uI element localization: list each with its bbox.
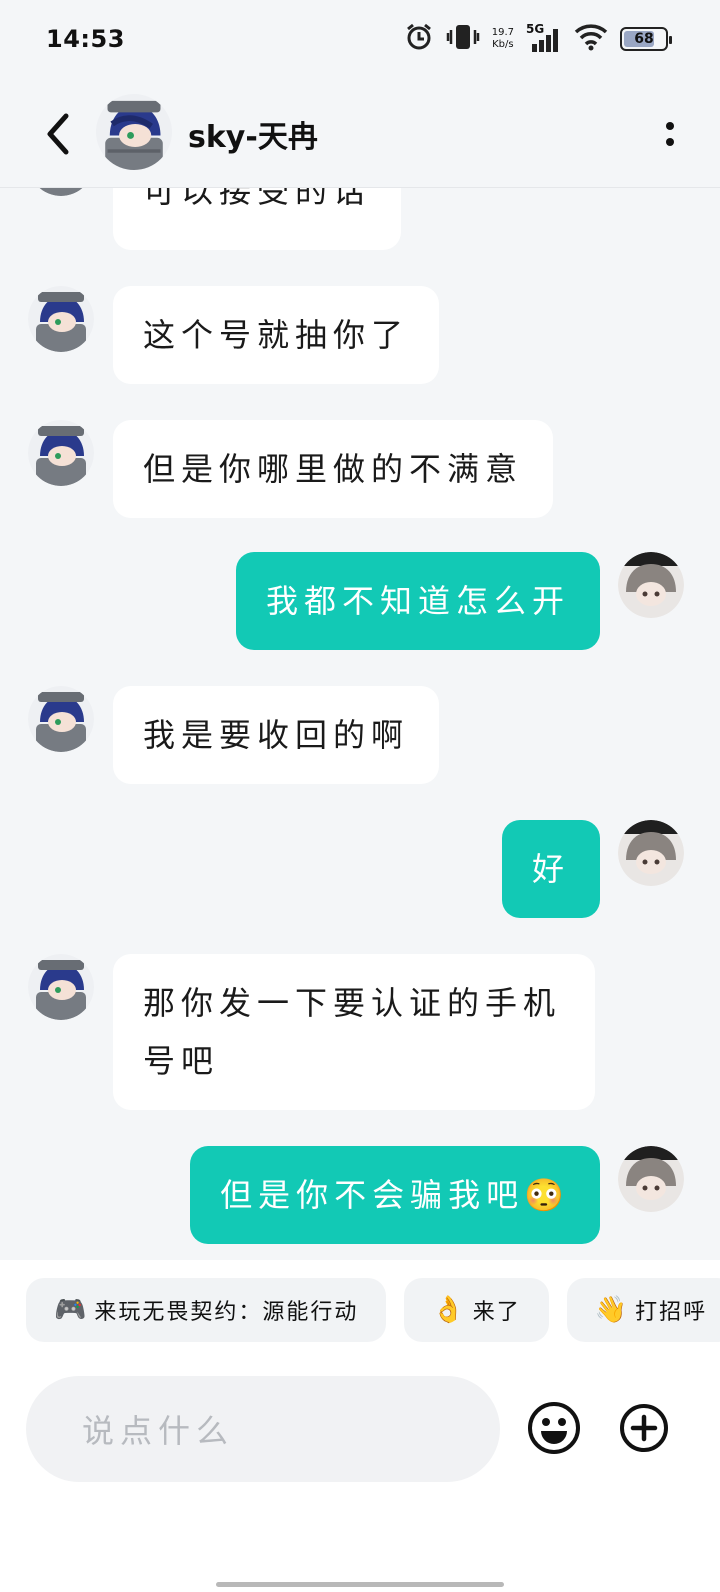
gamepad-icon: 🎮 xyxy=(54,1295,89,1325)
quick-reply-label: 来玩无畏契约：源能行动 xyxy=(94,1300,359,1325)
message-bubble[interactable]: 但是你不会骗我吧😳 xyxy=(190,1146,600,1244)
my-avatar[interactable] xyxy=(618,552,684,618)
status-icons: 19.7 Kb/s 5G 68 xyxy=(404,22,672,56)
message-row-outgoing: 但是你不会骗我吧😳 xyxy=(190,1146,684,1244)
message-input[interactable]: 说点什么 xyxy=(26,1376,500,1482)
my-avatar-image xyxy=(618,820,684,886)
ok-hand-icon: 👌 xyxy=(432,1295,467,1325)
contact-avatar[interactable] xyxy=(96,93,172,174)
quick-reply-label: 打招呼 xyxy=(635,1300,708,1325)
message-bubble[interactable]: 可以接受的话 xyxy=(113,188,402,250)
chat-header: sky-天冉 xyxy=(0,80,720,188)
quick-reply-greet[interactable]: 👋 打招呼 xyxy=(566,1278,720,1342)
signal-icon: 5G xyxy=(526,22,562,54)
contact-avatar-image xyxy=(28,954,94,1020)
message-list[interactable]: 可以接受的话 这个号就抽你了 但是你哪里做的不满意 我都不知道怎么开 我是要收回… xyxy=(0,188,720,1260)
contact-avatar[interactable] xyxy=(28,954,94,1020)
contact-avatar-image xyxy=(28,188,94,196)
quick-reply-coming[interactable]: 👌 来了 xyxy=(404,1278,549,1342)
contact-avatar-image xyxy=(28,686,94,752)
chevron-left-icon xyxy=(47,113,69,154)
contact-avatar[interactable] xyxy=(28,286,94,352)
net-speed-unit: Kb/s xyxy=(492,39,514,50)
my-avatar[interactable] xyxy=(618,820,684,886)
quick-reply-game-invite[interactable]: 🎮 来玩无畏契约：源能行动 xyxy=(26,1278,387,1342)
message-bubble[interactable]: 这个号就抽你了 xyxy=(113,286,440,384)
quick-reply-bar: 🎮 来玩无畏契约：源能行动 👌 来了 👋 打招呼 xyxy=(0,1260,720,1360)
vibrate-icon xyxy=(446,22,480,56)
message-row-incoming: 那你发一下要认证的手机号吧 xyxy=(28,954,595,1110)
battery-indicator: 68 xyxy=(620,27,672,51)
more-vertical-icon xyxy=(666,121,674,146)
message-bubble[interactable]: 那你发一下要认证的手机号吧 xyxy=(113,954,595,1110)
message-row-outgoing: 好 xyxy=(501,820,684,918)
message-row-incoming: 我是要收回的啊 xyxy=(28,686,440,784)
quick-reply-label: 来了 xyxy=(472,1300,521,1325)
my-avatar-image xyxy=(618,1146,684,1212)
input-area: 说点什么 xyxy=(0,1360,720,1592)
my-avatar[interactable] xyxy=(618,1146,684,1212)
message-row-incoming: 但是你哪里做的不满意 xyxy=(28,420,554,518)
network-speed: 19.7 Kb/s xyxy=(492,27,514,51)
home-indicator[interactable] xyxy=(216,1582,504,1587)
wave-icon: 👋 xyxy=(594,1295,630,1325)
message-bubble[interactable]: 我都不知道怎么开 xyxy=(235,552,600,650)
wifi-icon xyxy=(574,23,608,55)
contact-avatar[interactable] xyxy=(28,686,94,752)
contact-avatar-image xyxy=(28,420,94,486)
contact-avatar-image xyxy=(96,93,172,170)
plus-circle-icon xyxy=(620,1404,668,1452)
alarm-icon xyxy=(404,22,434,56)
message-bubble[interactable]: 但是你哪里做的不满意 xyxy=(113,420,554,518)
message-bubble[interactable]: 我是要收回的啊 xyxy=(113,686,440,784)
status-bar: 14:53 19.7 Kb/s 5G 68 xyxy=(0,0,720,78)
message-row-outgoing: 我都不知道怎么开 xyxy=(235,552,684,650)
net-speed-value: 19.7 xyxy=(491,27,514,38)
add-attachment-button[interactable] xyxy=(616,1400,672,1456)
message-row-incoming: 可以接受的话 xyxy=(28,188,402,250)
my-avatar-image xyxy=(618,552,684,618)
contact-avatar[interactable] xyxy=(28,420,94,486)
status-time: 14:53 xyxy=(46,25,125,53)
contact-name: sky-天冉 xyxy=(188,119,318,155)
message-row-incoming: 这个号就抽你了 xyxy=(28,286,440,384)
contact-avatar-image xyxy=(28,286,94,352)
smiley-icon xyxy=(528,1402,580,1454)
contact-avatar[interactable] xyxy=(28,188,94,196)
message-bubble[interactable]: 好 xyxy=(501,820,600,918)
back-button[interactable] xyxy=(36,104,80,164)
battery-level: 68 xyxy=(634,31,654,47)
more-options-button[interactable] xyxy=(650,104,690,164)
emoji-button[interactable] xyxy=(526,1400,582,1456)
